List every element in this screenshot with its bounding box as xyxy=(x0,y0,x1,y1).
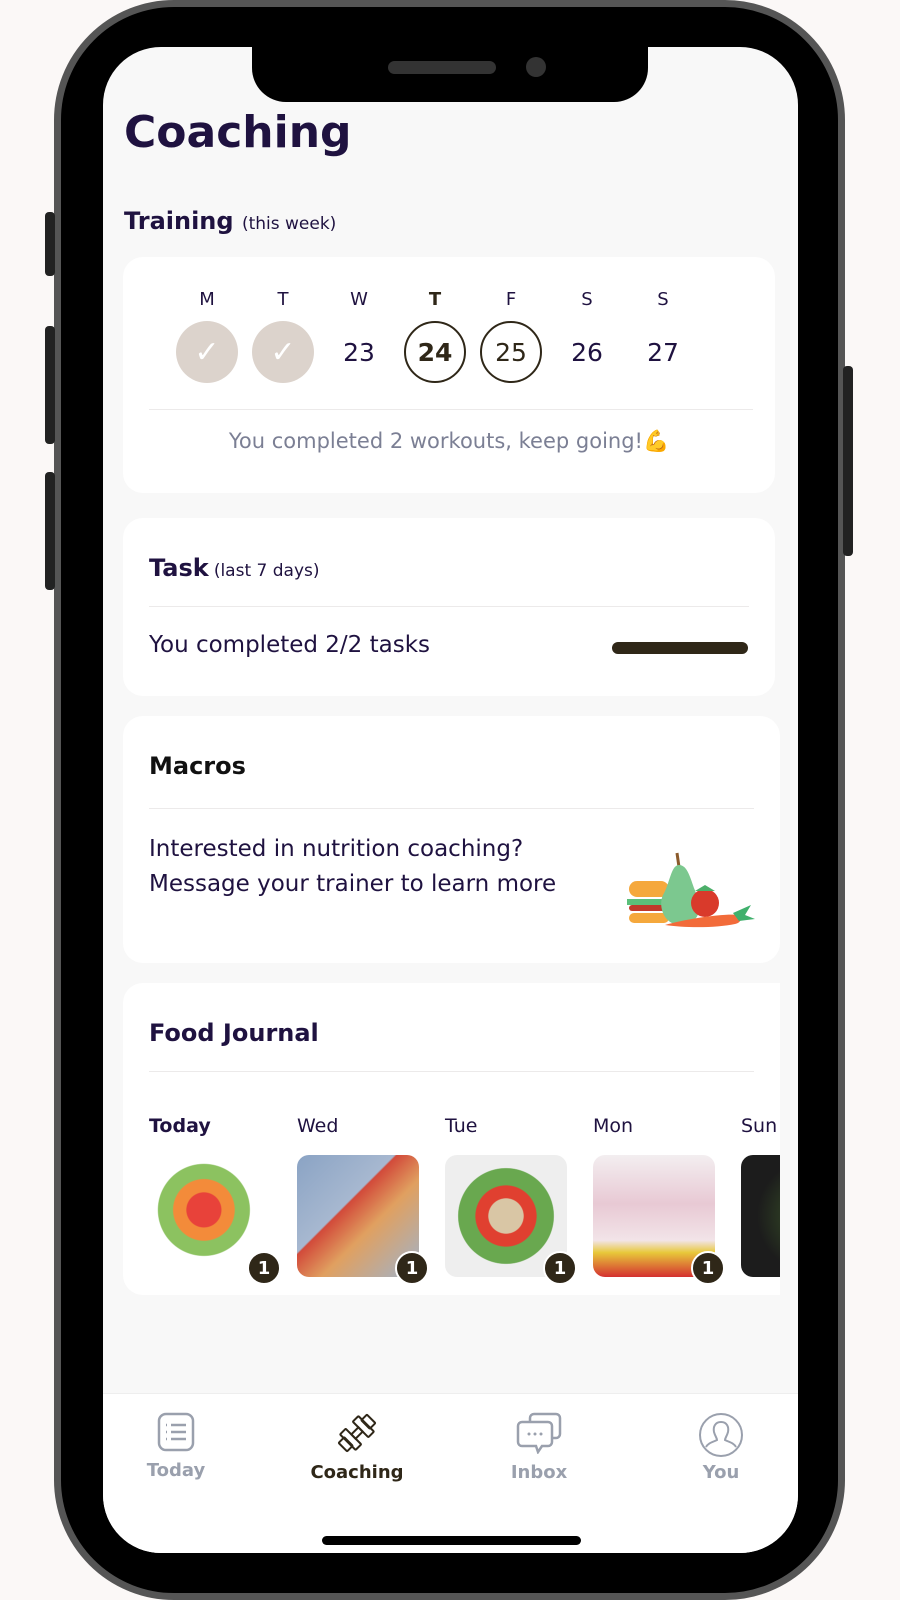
task-card[interactable]: Task (last 7 days) You completed 2/2 tas… xyxy=(123,518,775,696)
day-1[interactable]: T ✓ xyxy=(245,289,321,383)
food-photo[interactable]: 1 xyxy=(445,1155,577,1285)
day-date: 26 xyxy=(556,321,618,383)
check-icon: ✓ xyxy=(252,321,314,383)
day-date: 27 xyxy=(632,321,694,383)
day-letter: M xyxy=(199,289,215,310)
training-sublabel: (this week) xyxy=(241,214,337,234)
notch xyxy=(252,47,648,102)
nav-inbox[interactable]: Inbox xyxy=(479,1412,599,1483)
day-0[interactable]: M ✓ xyxy=(169,289,245,383)
screen: Coaching Training (this week) M ✓ T ✓ W 23… xyxy=(103,47,798,1553)
task-heading: Task (last 7 days) xyxy=(149,554,320,582)
food-count-badge: 1 xyxy=(247,1251,281,1285)
volume-down-button xyxy=(45,472,55,590)
food-entry-today[interactable]: Today 1 xyxy=(149,1115,281,1285)
day-4[interactable]: F 25 xyxy=(473,289,549,383)
nav-you[interactable]: You xyxy=(661,1412,781,1483)
day-6[interactable]: S 27 xyxy=(625,289,701,383)
bottom-nav: Today Coaching Inbox You xyxy=(103,1393,798,1553)
day-date-label: 27 xyxy=(647,337,679,367)
food-count-badge: 1 xyxy=(543,1251,577,1285)
food-day-label: Sun xyxy=(741,1115,778,1137)
day-letter: T xyxy=(277,289,289,310)
food-photo[interactable]: 1 xyxy=(593,1155,725,1285)
food-entry-sun[interactable]: Sun xyxy=(741,1115,780,1277)
day-letter: W xyxy=(350,289,368,310)
nav-today[interactable]: Today xyxy=(116,1412,236,1481)
day-3[interactable]: T 24 xyxy=(397,289,473,383)
training-summary: You completed 2 workouts, keep going!💪 xyxy=(228,429,670,453)
task-sublabel: (last 7 days) xyxy=(213,561,320,581)
divider xyxy=(149,606,749,607)
divider xyxy=(149,1071,754,1072)
divider xyxy=(149,808,754,809)
nav-you-label: You xyxy=(702,1462,740,1483)
macros-card[interactable]: Macros Interested in nutrition coaching?… xyxy=(123,716,780,963)
speaker xyxy=(388,61,496,74)
food-day-label: Tue xyxy=(445,1115,478,1137)
food-journal-card: Food Journal Today 1 Wed 1 Tue 1 Mon 1 Sun xyxy=(123,983,780,1295)
check-icon: ✓ xyxy=(176,321,238,383)
macros-label: Macros xyxy=(149,752,246,780)
food-entry-mon[interactable]: Mon 1 xyxy=(593,1115,725,1285)
food-photo[interactable]: 1 xyxy=(297,1155,429,1285)
day-2[interactable]: W 23 xyxy=(321,289,397,383)
food-entry-wed[interactable]: Wed 1 xyxy=(297,1115,429,1285)
training-heading: Training (this week) xyxy=(124,207,336,235)
mute-switch xyxy=(45,212,55,276)
user-icon xyxy=(699,1413,743,1457)
power-button xyxy=(843,366,853,556)
macros-line1: Interested in nutrition coaching? xyxy=(149,836,524,862)
day-date: 24 xyxy=(404,321,466,383)
macros-message: Interested in nutrition coaching? Message… xyxy=(149,832,556,902)
divider xyxy=(149,409,753,410)
chat-icon xyxy=(516,1412,562,1454)
day-letter: S xyxy=(657,289,669,310)
food-photo[interactable]: 1 xyxy=(149,1155,281,1285)
food-journal-label: Food Journal xyxy=(149,1019,319,1047)
day-letter: F xyxy=(505,289,517,310)
day-date: 23 xyxy=(328,321,390,383)
task-progress-bar xyxy=(612,642,748,654)
food-entry-tue[interactable]: Tue 1 xyxy=(445,1115,577,1285)
day-date-label: 24 xyxy=(417,337,453,367)
day-date-label: 23 xyxy=(343,337,375,367)
page-title: Coaching xyxy=(124,107,352,158)
volume-up-button xyxy=(45,326,55,444)
food-day-label: Mon xyxy=(593,1115,634,1137)
home-indicator[interactable] xyxy=(322,1536,581,1545)
training-label: Training xyxy=(124,207,234,235)
dumbbell-icon xyxy=(338,1414,376,1452)
day-letter: T xyxy=(428,289,442,310)
camera xyxy=(526,57,546,77)
task-summary: You completed 2/2 tasks xyxy=(149,632,431,658)
macros-line2: Message your trainer to learn more xyxy=(149,871,557,897)
food-illustration-icon xyxy=(627,852,755,928)
task-label: Task xyxy=(149,554,209,582)
day-letter: S xyxy=(581,289,593,310)
task-progress-fill xyxy=(612,642,748,654)
nav-coaching[interactable]: Coaching xyxy=(297,1412,417,1483)
training-card: M ✓ T ✓ W 23 T 24 F 25 S 26 S 27 You completed… xyxy=(123,257,775,493)
nav-inbox-label: Inbox xyxy=(510,1462,568,1483)
nav-today-label: Today xyxy=(146,1460,206,1481)
food-count-badge: 1 xyxy=(395,1251,429,1285)
food-day-label: Today xyxy=(149,1115,211,1137)
nav-coaching-label: Coaching xyxy=(310,1462,404,1483)
day-date-label: 25 xyxy=(495,337,527,367)
day-date: 25 xyxy=(480,321,542,383)
food-photo[interactable] xyxy=(741,1155,780,1277)
list-icon xyxy=(157,1412,195,1452)
food-day-label: Wed xyxy=(297,1115,339,1137)
week-days: M ✓ T ✓ W 23 T 24 F 25 S 26 S 27 xyxy=(169,289,701,383)
day-5[interactable]: S 26 xyxy=(549,289,625,383)
food-count-badge: 1 xyxy=(691,1251,725,1285)
day-date-label: 26 xyxy=(571,337,603,367)
